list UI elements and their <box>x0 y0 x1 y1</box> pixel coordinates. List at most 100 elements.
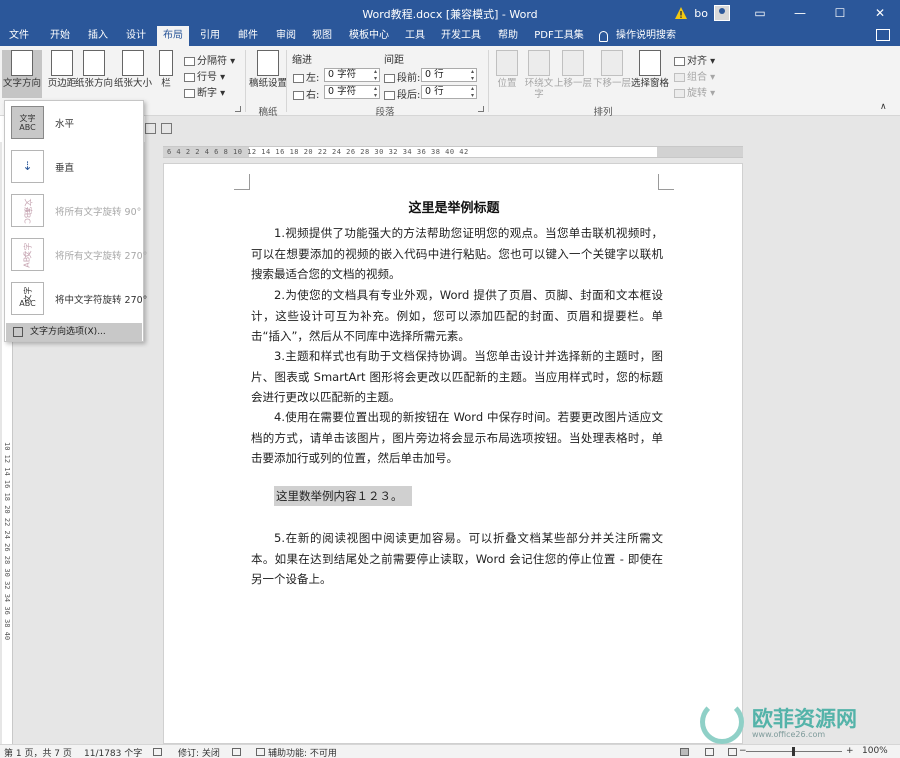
tab-developer[interactable]: 开发工具 <box>437 26 485 46</box>
divider <box>245 50 246 112</box>
divider <box>488 50 489 112</box>
web-layout-icon[interactable] <box>728 748 737 756</box>
indent-right-icon <box>293 90 304 100</box>
hyphenation-icon <box>184 88 195 98</box>
tab-layout[interactable]: 布局 <box>157 26 189 46</box>
tab-home[interactable]: 开始 <box>41 26 79 46</box>
accessibility-status[interactable]: 辅助功能: 不可用 <box>268 746 337 758</box>
paragraph-launcher[interactable] <box>478 106 484 112</box>
text-direction-button[interactable]: 文字方向 <box>2 50 42 98</box>
orientation-icon <box>83 50 105 76</box>
tab-references[interactable]: 引用 <box>192 26 228 46</box>
rotate-button[interactable]: 旋转 ▾ <box>674 84 715 99</box>
wrap-text-button[interactable]: 环绕文字 <box>522 50 556 100</box>
send-backward-button[interactable]: 下移一层 <box>592 50 632 89</box>
line-numbers-button[interactable]: 行号 ▾ <box>184 68 225 83</box>
minimize-button[interactable]: — <box>780 0 820 26</box>
macro-icon[interactable] <box>232 748 241 756</box>
ruler-margin-right <box>657 147 743 157</box>
thumb-text: ABC <box>19 122 36 132</box>
comments-icon[interactable] <box>876 29 890 41</box>
indent-left-field[interactable]: 0 字符 <box>324 68 380 82</box>
page-corner-mark <box>234 174 250 190</box>
tab-file[interactable]: 文件 <box>0 26 38 46</box>
track-changes-status[interactable]: 修订: 关闭 <box>178 746 220 758</box>
thumb-text: 文字 <box>19 113 36 123</box>
document-page[interactable]: 这里是举例标题 1.视频提供了功能强大的方法帮助您证明您的观点。当您单击联机视频… <box>163 163 743 744</box>
tab-view[interactable]: 视图 <box>304 26 340 46</box>
tab-review[interactable]: 审阅 <box>268 26 304 46</box>
avatar[interactable] <box>714 5 730 21</box>
spacing-before-field[interactable]: 0 行 <box>421 68 477 82</box>
menu-item-rotate-270[interactable]: 文字 ABC 将所有文字旋转 270° <box>5 233 147 277</box>
indent-right-label: 右: <box>293 86 319 101</box>
tab-pdf-tools[interactable]: PDF工具集 <box>530 26 588 46</box>
indent-right-text: 右: <box>306 90 320 101</box>
menu-item-horizontal[interactable]: 文字 ABC 水平 <box>5 101 143 145</box>
tab-help[interactable]: 帮助 <box>490 26 526 46</box>
wrap-text-icon <box>528 50 550 76</box>
tell-me-search[interactable]: 操作说明搜索 <box>599 26 676 46</box>
menu-item-rotate-90[interactable]: 文字 ABC 将所有文字旋转 90° <box>5 189 143 233</box>
lightbulb-icon <box>599 30 608 42</box>
text-direction-icon <box>11 50 33 76</box>
ribbon-display-icon[interactable]: ▭ <box>740 0 780 26</box>
hyphenation-button[interactable]: 断字 ▾ <box>184 84 225 99</box>
read-mode-icon[interactable] <box>680 748 689 756</box>
breaks-button[interactable]: 分隔符 ▾ <box>184 52 235 67</box>
send-backward-icon <box>601 50 623 76</box>
warning-icon[interactable] <box>674 6 688 20</box>
indent-heading: 缩进 <box>292 55 312 66</box>
menu-item-label: 垂直 <box>55 163 75 174</box>
page-setup-launcher[interactable] <box>235 106 241 112</box>
line-numbers-label: 行号 <box>197 72 217 83</box>
selection-pane-button[interactable]: 选择窗格 <box>630 50 670 89</box>
group-button[interactable]: 组合 ▾ <box>674 68 715 83</box>
print-layout-icon[interactable] <box>705 748 714 756</box>
menu-item-vertical[interactable]: ⇣ 垂直 <box>5 145 143 189</box>
shape-tool-icon[interactable] <box>161 123 172 134</box>
layout-tool-icon[interactable] <box>145 123 156 134</box>
status-bar: 第 1 页，共 7 页 11/1783 个字 修订: 关闭 辅助功能: 不可用 … <box>0 744 900 758</box>
align-button[interactable]: 对齐 ▾ <box>674 52 715 67</box>
tab-design[interactable]: 设计 <box>117 26 155 46</box>
accessibility-icon[interactable] <box>256 748 265 756</box>
maximize-button[interactable]: ☐ <box>820 0 860 26</box>
text-direction-options[interactable]: 文字方向选项(X)... <box>6 323 142 341</box>
bring-forward-button[interactable]: 上移一层 <box>553 50 593 89</box>
highlighted-text: 这里数举例内容１２３。 <box>274 486 412 506</box>
tab-mailings[interactable]: 邮件 <box>230 26 266 46</box>
margins-label: 页边距 <box>47 78 77 89</box>
collapse-ribbon-icon[interactable]: ∧ <box>880 102 887 112</box>
page-count[interactable]: 第 1 页，共 7 页 <box>4 746 72 758</box>
position-button[interactable]: 位置 <box>490 50 524 89</box>
rotate-label: 旋转 <box>687 88 707 99</box>
draft-setting-button[interactable]: 稿纸设置 <box>248 50 288 89</box>
user-name[interactable]: bo <box>694 7 708 20</box>
zoom-level[interactable]: 100% <box>862 746 888 756</box>
horizontal-ruler[interactable]: 6 4 2 2 4 6 8 10 12 14 16 18 20 22 24 26… <box>163 146 743 158</box>
rotate-icon <box>674 88 685 98</box>
menu-item-label: 水平 <box>55 119 75 130</box>
tab-tools[interactable]: 工具 <box>398 26 432 46</box>
watermark: 欧菲资源网 www.office26.com <box>700 700 900 744</box>
orientation-button[interactable]: 纸张方向 <box>73 50 115 89</box>
tell-me-label: 操作说明搜索 <box>616 30 676 41</box>
size-button[interactable]: 纸张大小 <box>112 50 154 89</box>
close-button[interactable]: ✕ <box>860 0 900 26</box>
watermark-url: www.office26.com <box>752 730 826 739</box>
indent-right-field[interactable]: 0 字符 <box>324 85 380 99</box>
spacing-after-label: 段后: <box>384 86 420 101</box>
zoom-in-button[interactable]: + <box>846 746 854 756</box>
indent-left-text: 左: <box>306 73 320 84</box>
columns-button[interactable]: 栏 <box>152 50 180 89</box>
menu-item-rotate-chinese-270[interactable]: 文字 ABC 将中文字符旋转 270° <box>5 277 147 321</box>
word-count[interactable]: 11/1783 个字 <box>84 746 142 758</box>
zoom-slider-handle[interactable] <box>792 747 795 756</box>
tab-insert[interactable]: 插入 <box>79 26 117 46</box>
proofing-icon[interactable] <box>153 748 162 756</box>
page-corner-mark <box>658 174 674 190</box>
tab-template-center[interactable]: 模板中心 <box>343 26 395 46</box>
thumb-text: ABC <box>23 206 32 224</box>
spacing-after-field[interactable]: 0 行 <box>421 85 477 99</box>
